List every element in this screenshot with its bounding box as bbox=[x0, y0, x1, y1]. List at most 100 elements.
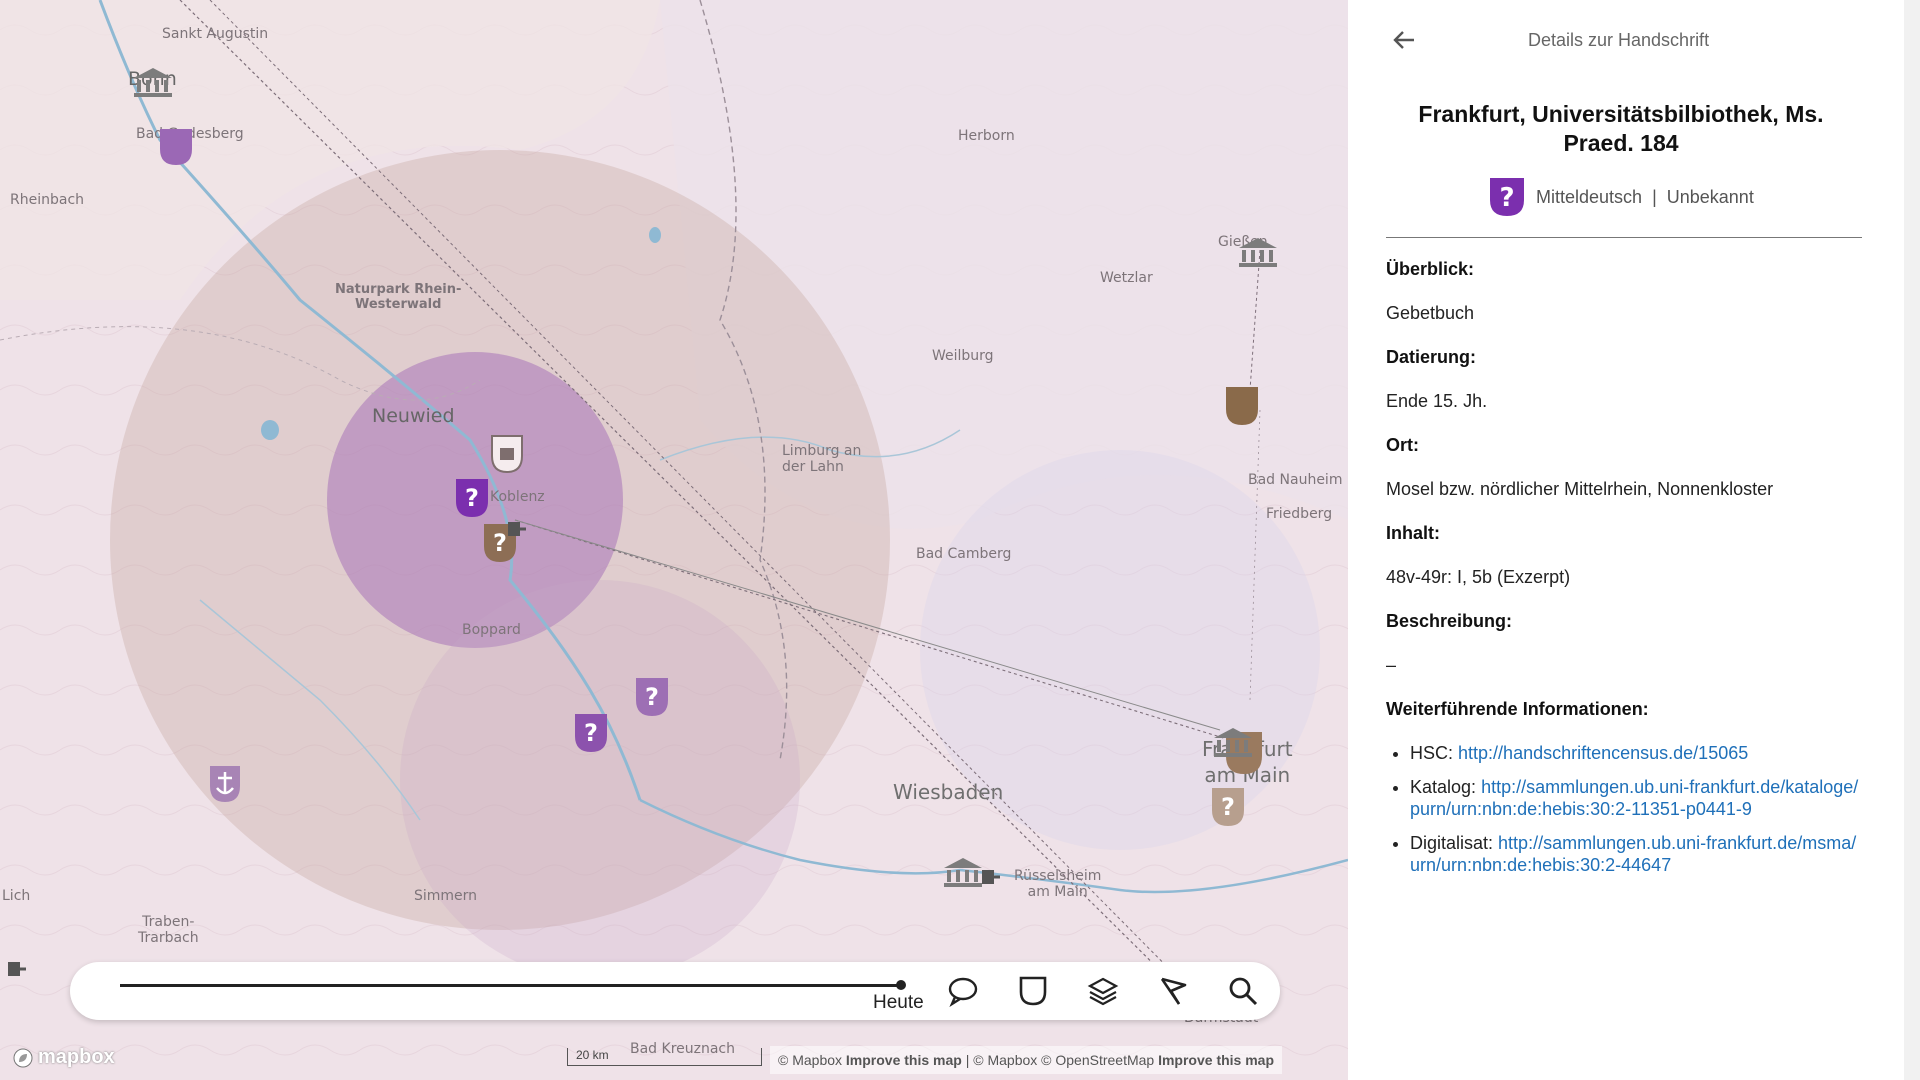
shield-marker-brown[interactable] bbox=[1224, 385, 1260, 427]
catalog-link[interactable]: http://sammlungen.ub.uni-frankfurt.de/ka… bbox=[1410, 777, 1858, 819]
map-label: Neuwied bbox=[372, 405, 455, 427]
dialect-label: Mitteldeutsch bbox=[1536, 186, 1643, 207]
more-info-label: Weiterführende Informationen: bbox=[1386, 699, 1649, 719]
scrollbar[interactable] bbox=[1904, 0, 1920, 1080]
svg-text:?: ? bbox=[1221, 793, 1235, 821]
flag-icon bbox=[1160, 977, 1187, 1005]
scale-bar: 20 km bbox=[567, 1048, 762, 1066]
map-label: Sankt Augustin bbox=[162, 26, 269, 42]
timeline-label: Heute bbox=[873, 992, 924, 1013]
timeline-slider-track[interactable] bbox=[120, 984, 900, 987]
svg-text:?: ? bbox=[584, 719, 598, 747]
comment-button[interactable] bbox=[942, 970, 984, 1012]
book-icon[interactable] bbox=[980, 868, 1002, 886]
attribution-mapbox-2[interactable]: © Mapbox bbox=[973, 1052, 1037, 1068]
link-prefix: HSC: bbox=[1410, 743, 1454, 763]
svg-text:?: ? bbox=[1499, 183, 1514, 213]
map-label: Friedberg bbox=[1266, 506, 1333, 522]
svg-text:?: ? bbox=[465, 484, 479, 512]
divider bbox=[1386, 237, 1862, 238]
content-value: 48v-49r: I, 5b (Exzerpt) bbox=[1386, 567, 1571, 587]
mapbox-logo-text: mapbox bbox=[38, 1046, 115, 1068]
dialect-row: ? Mitteldeutsch | Unbekannt bbox=[1488, 176, 1754, 218]
map-label: Herborn bbox=[958, 128, 1015, 144]
library-icon[interactable] bbox=[132, 66, 174, 98]
shield-icon bbox=[1019, 976, 1047, 1006]
map-label: Wetzlar bbox=[1100, 270, 1153, 286]
attribution-osm[interactable]: © OpenStreetMap bbox=[1041, 1052, 1154, 1068]
back-arrow-icon[interactable] bbox=[1388, 24, 1420, 56]
map-label: Wiesbaden bbox=[893, 780, 1004, 804]
map-canvas bbox=[0, 0, 1348, 1080]
panel-header: Details zur Handschrift bbox=[1348, 0, 1900, 80]
map-label: Koblenz bbox=[490, 489, 545, 505]
shield-marker-anchor[interactable] bbox=[208, 764, 242, 804]
panel-title: Details zur Handschrift bbox=[1528, 30, 1710, 50]
list-item: HSC: http://handschriftencensus.de/15065 bbox=[1410, 742, 1866, 764]
shield-marker-unknown-purple[interactable]: ? bbox=[573, 712, 609, 754]
hsc-link[interactable]: http://handschriftencensus.de/15065 bbox=[1458, 743, 1748, 763]
origin-label: Unbekannt bbox=[1666, 186, 1754, 207]
overview-label: Überblick: bbox=[1386, 259, 1475, 279]
map-label: Simmern bbox=[414, 888, 478, 904]
attribution-separator: | bbox=[965, 1052, 970, 1068]
details-panel: Details zur Handschrift Frankfurt, Unive… bbox=[1348, 0, 1900, 1080]
scale-label: 20 km bbox=[576, 1048, 609, 1062]
list-item: Digitalisat: http://sammlungen.ub.uni-fr… bbox=[1410, 832, 1866, 876]
attribution-mapbox[interactable]: © Mapbox bbox=[778, 1052, 842, 1068]
overview-value: Gebetbuch bbox=[1386, 303, 1475, 323]
shield-marker-selected[interactable]: ? bbox=[454, 477, 490, 519]
map-label: Naturpark Rhein- Westerwald bbox=[335, 282, 462, 312]
dialect-separator: | bbox=[1652, 186, 1657, 207]
search-icon bbox=[1229, 977, 1258, 1006]
map-label: Traben- Trarbach bbox=[138, 914, 199, 946]
library-icon[interactable] bbox=[1237, 236, 1279, 268]
layers-icon bbox=[1087, 977, 1119, 1006]
map-label: Rheinbach bbox=[10, 192, 85, 208]
place-value: Mosel bzw. nördlicher Mittelrhein, Nonne… bbox=[1386, 479, 1774, 499]
map-label: Lich bbox=[2, 888, 31, 904]
content-label: Inhalt: bbox=[1386, 523, 1440, 543]
library-icon[interactable] bbox=[1212, 726, 1254, 758]
shield-marker-unknown-purple[interactable]: ? bbox=[634, 676, 670, 718]
flag-button[interactable] bbox=[1152, 970, 1194, 1012]
link-prefix: Digitalisat: bbox=[1410, 833, 1494, 853]
attribution-improve-link[interactable]: Improve this map bbox=[846, 1052, 962, 1068]
description-label: Beschreibung: bbox=[1386, 611, 1513, 631]
map-label: Weilburg bbox=[932, 348, 994, 364]
map-label: Boppard bbox=[462, 622, 521, 638]
map-label: Bad Nauheim bbox=[1248, 472, 1343, 488]
description-value: – bbox=[1386, 655, 1397, 675]
shield-filter-button[interactable] bbox=[1012, 970, 1054, 1012]
dating-value: Ende 15. Jh. bbox=[1386, 391, 1488, 411]
mapbox-icon bbox=[13, 1048, 33, 1067]
speech-bubble-icon bbox=[948, 977, 978, 1007]
link-list: HSC: http://handschriftencensus.de/15065… bbox=[1386, 742, 1866, 876]
book-icon[interactable] bbox=[6, 960, 28, 978]
book-icon[interactable] bbox=[506, 520, 528, 538]
shield-marker-purple[interactable] bbox=[158, 127, 194, 167]
library-icon[interactable] bbox=[942, 856, 984, 888]
map-label: Limburg an der Lahn bbox=[782, 443, 862, 475]
dating-label: Datierung: bbox=[1386, 347, 1476, 367]
place-label: Ort: bbox=[1386, 435, 1419, 455]
timeline-slider-handle[interactable] bbox=[896, 980, 906, 990]
manuscript-title: Frankfurt, Universitätsbilbiothek, Ms. P… bbox=[1418, 101, 1824, 156]
list-item: Katalog: http://sammlungen.ub.uni-frankf… bbox=[1410, 776, 1866, 820]
layers-button[interactable] bbox=[1082, 970, 1124, 1012]
map-view[interactable]: Sankt Augustin Bonn Bad Godesberg Rheinb… bbox=[0, 0, 1348, 1080]
shield-marker-unknown-light[interactable]: ? bbox=[1210, 786, 1246, 828]
shield-marker-outline[interactable] bbox=[490, 434, 524, 474]
map-attribution: © Mapbox Improve this map | © Mapbox © O… bbox=[770, 1046, 1283, 1074]
map-label: Bad Camberg bbox=[916, 546, 1012, 562]
shield-question-icon: ? bbox=[1490, 178, 1524, 216]
search-button[interactable] bbox=[1222, 970, 1264, 1012]
attribution-improve-link-2[interactable]: Improve this map bbox=[1158, 1052, 1274, 1068]
timeline-toolbar: Heute bbox=[70, 962, 1280, 1020]
mapbox-logo[interactable]: mapbox bbox=[12, 1046, 115, 1069]
link-prefix: Katalog: bbox=[1410, 777, 1477, 797]
svg-text:?: ? bbox=[493, 529, 507, 557]
manuscript-details: Überblick: Gebetbuch Datierung: Ende 15.… bbox=[1386, 258, 1866, 888]
svg-text:?: ? bbox=[645, 683, 659, 711]
map-label: Rüsselsheim am Main bbox=[1014, 868, 1102, 900]
